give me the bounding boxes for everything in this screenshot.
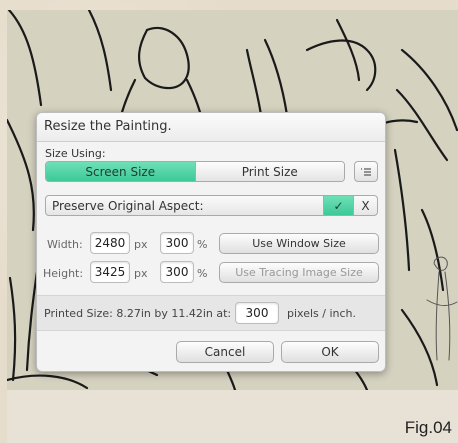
height-percent-input[interactable]: 300 bbox=[160, 261, 194, 283]
use-tracing-image-size-button[interactable]: Use Tracing Image Size bbox=[219, 262, 379, 283]
cancel-button[interactable]: Cancel bbox=[176, 341, 274, 363]
size-mode-segmented-control: Screen Size Print Size bbox=[45, 161, 345, 182]
printed-size-row: Printed Size: 8.27in by 11.42in at: 300 … bbox=[37, 295, 385, 331]
width-percent-input[interactable]: 300 bbox=[160, 232, 194, 254]
preserve-aspect-cancel-button[interactable]: X bbox=[353, 196, 377, 215]
list-icon bbox=[361, 167, 371, 176]
preserve-aspect-label: Preserve Original Aspect: bbox=[52, 198, 204, 213]
dialog-title: Resize the Painting. bbox=[37, 113, 385, 142]
resolution-unit: pixels / inch. bbox=[287, 307, 357, 320]
resize-dialog: Resize the Painting. Size Using: Screen … bbox=[36, 112, 386, 372]
preserve-aspect-toggle: Preserve Original Aspect: ✓ X bbox=[45, 195, 378, 216]
height-label: Height: bbox=[43, 267, 84, 280]
bottom-strip bbox=[7, 390, 458, 443]
use-window-size-button[interactable]: Use Window Size bbox=[219, 233, 379, 254]
resolution-input[interactable]: 300 bbox=[235, 302, 279, 324]
height-px-unit: px bbox=[134, 267, 148, 280]
tab-screen-size[interactable]: Screen Size bbox=[46, 162, 195, 181]
ok-button[interactable]: OK bbox=[281, 341, 379, 363]
width-percent-unit: % bbox=[197, 238, 208, 251]
figure-label: Fig.04 bbox=[404, 418, 452, 437]
size-using-label: Size Using: bbox=[45, 147, 106, 160]
preserve-aspect-confirm-button[interactable]: ✓ bbox=[323, 196, 353, 215]
height-px-input[interactable]: 3425 bbox=[90, 261, 130, 283]
options-menu-button[interactable] bbox=[354, 161, 378, 182]
width-px-input[interactable]: 2480 bbox=[90, 232, 130, 254]
height-percent-unit: % bbox=[197, 267, 208, 280]
tab-print-size[interactable]: Print Size bbox=[194, 162, 344, 181]
printed-size-text: Printed Size: 8.27in by 11.42in at: bbox=[44, 307, 232, 320]
width-label: Width: bbox=[47, 238, 83, 251]
width-px-unit: px bbox=[134, 238, 148, 251]
